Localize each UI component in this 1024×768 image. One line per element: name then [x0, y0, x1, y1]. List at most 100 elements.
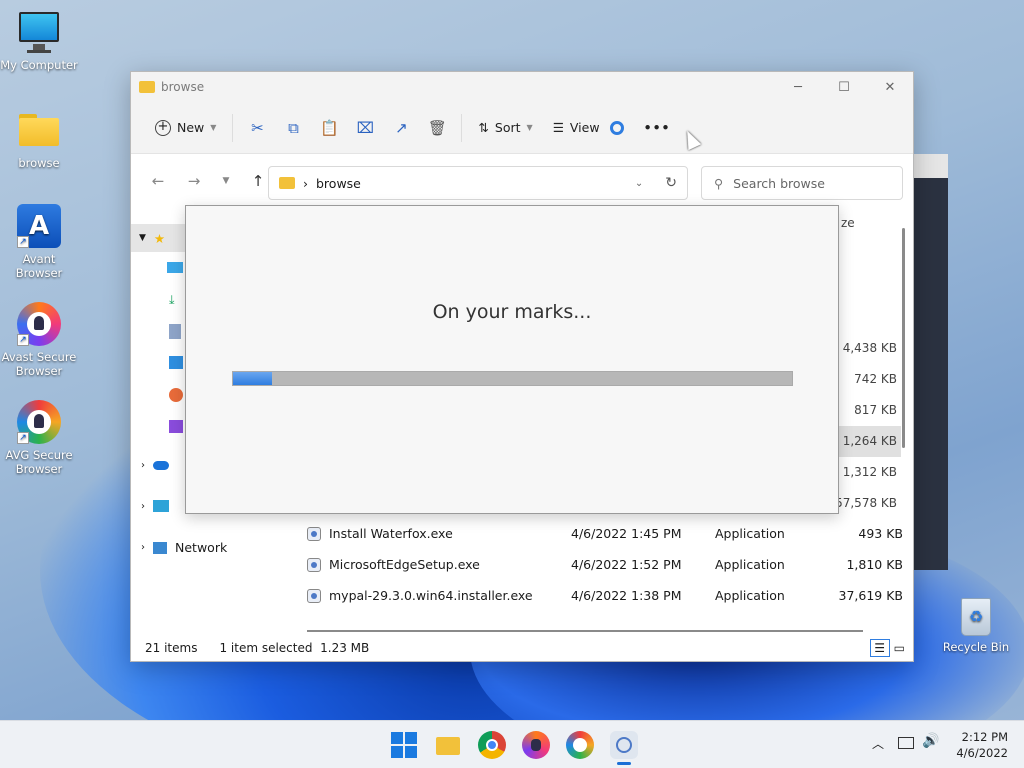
desktop-icon-my-computer[interactable]: My Computer	[0, 10, 78, 72]
windows-logo-icon	[391, 732, 403, 744]
file-date: 4/6/2022 1:38 PM	[571, 588, 682, 603]
close-button[interactable]: ✕	[867, 72, 913, 102]
breadcrumb-separator-icon: ›	[303, 175, 308, 191]
copy-button[interactable]: ⧉	[275, 112, 311, 144]
desktop-icon-avg-secure-browser[interactable]: ↗ AVG Secure Browser	[0, 400, 78, 476]
copy-icon: ⧉	[288, 118, 299, 137]
share-button[interactable]: ↗	[383, 112, 419, 144]
view-button[interactable]: ☰ View	[543, 112, 634, 144]
delete-button[interactable]: 🗑	[419, 112, 455, 144]
list-view-icon: ☰	[552, 120, 564, 135]
picture-icon	[169, 356, 183, 369]
taskbar-avast-browser[interactable]	[522, 731, 550, 759]
rename-icon: ⌧	[356, 118, 375, 137]
breadcrumb-item[interactable]: browse	[316, 176, 361, 191]
avant-browser-icon: A ↗	[17, 204, 61, 248]
file-name: mypal-29.3.0.win64.installer.exe	[329, 588, 533, 603]
avg-browser-icon: ↗	[17, 400, 61, 444]
sidebar-item-music[interactable]	[169, 388, 183, 402]
new-button[interactable]: + New ▼	[145, 112, 226, 144]
chevron-down-icon: ▼	[139, 233, 146, 243]
network-icon	[153, 541, 167, 554]
start-button[interactable]	[390, 731, 418, 759]
details-view-icon[interactable]: ☰	[869, 639, 890, 657]
table-row[interactable]: mypal-29.3.0.win64.installer.exe 4/6/202…	[307, 580, 911, 611]
clock-time: 2:12 PM	[961, 730, 1008, 744]
busy-cursor-icon	[609, 120, 624, 135]
recent-locations-chevron-icon[interactable]: ▼	[213, 176, 239, 186]
desktop-icon-label: Recycle Bin	[942, 640, 1010, 654]
file-size: 493 KB	[858, 526, 903, 541]
sidebar-item-documents[interactable]	[169, 324, 181, 339]
file-type: Application	[715, 557, 785, 572]
file-size: 37,619 KB	[838, 588, 903, 603]
horizontal-scrollbar[interactable]	[307, 630, 863, 632]
taskbar-file-explorer[interactable]	[434, 731, 462, 759]
desktop-icon-browse-folder[interactable]: browse	[0, 108, 78, 170]
size-column-header[interactable]: ze	[841, 216, 855, 230]
progress-dialog: On your marks...	[185, 205, 839, 514]
search-box[interactable]: ⚲ Search browse	[701, 166, 903, 200]
refresh-icon[interactable]: ↻	[665, 175, 677, 191]
desktop-icon-avast-secure-browser[interactable]: ↗ Avast Secure Browser	[0, 302, 78, 378]
chevron-down-icon: ▼	[526, 123, 533, 132]
table-row[interactable]: MicrosoftEdgeSetup.exe 4/6/2022 1:52 PM …	[307, 549, 911, 580]
search-icon: ⚲	[714, 175, 724, 191]
selection-size: 1.23 MB	[320, 641, 370, 655]
minimize-button[interactable]: ─	[775, 72, 821, 102]
avast-browser-icon	[531, 739, 541, 751]
progress-bar	[232, 371, 793, 386]
divider	[232, 113, 234, 142]
back-arrow-icon[interactable]: ←	[141, 172, 175, 190]
forward-arrow-icon[interactable]: →	[177, 172, 211, 190]
chevron-right-icon: ›	[141, 460, 145, 471]
file-name: MicrosoftEdgeSetup.exe	[329, 557, 480, 572]
maximize-button[interactable]: ☐	[821, 72, 867, 102]
paste-button[interactable]: 📋	[311, 112, 347, 144]
cloud-icon	[153, 461, 169, 470]
background-window	[914, 154, 948, 570]
more-options-button[interactable]: •••	[634, 112, 681, 144]
taskbar-avg-browser[interactable]	[566, 731, 594, 759]
sort-button[interactable]: ⇅ Sort ▼	[468, 112, 542, 144]
sidebar-item-videos[interactable]	[169, 420, 183, 433]
active-indicator	[617, 762, 631, 765]
sidebar-item-onedrive[interactable]: ›	[141, 460, 169, 471]
installer-icon	[307, 526, 321, 541]
table-row[interactable]: Install Waterfox.exe 4/6/2022 1:45 PM Ap…	[307, 518, 911, 549]
new-button-label: New	[177, 120, 205, 135]
taskbar-chrome[interactable]	[478, 731, 506, 759]
address-bar[interactable]: › browse ⌄ ↻	[268, 166, 688, 200]
sidebar-item-pictures[interactable]	[169, 356, 183, 369]
tiles-view-icon[interactable]: ▭	[894, 641, 905, 655]
desktop-icon-label: Avast Secure Browser	[1, 350, 77, 378]
monitor-icon	[17, 10, 61, 54]
sidebar-item-network[interactable]: › Network	[141, 540, 227, 555]
installer-icon	[616, 737, 632, 753]
sidebar-item-this-pc[interactable]: ›	[141, 500, 169, 512]
network-status-icon[interactable]	[898, 737, 914, 749]
document-icon	[169, 324, 181, 339]
taskbar-installer-app[interactable]	[610, 731, 638, 765]
video-icon	[169, 420, 183, 433]
sidebar-item-desktop[interactable]	[167, 262, 183, 273]
clock[interactable]: 2:12 PM 4/6/2022	[956, 729, 1008, 761]
sidebar-item-downloads[interactable]: ⤓	[169, 292, 175, 308]
desktop-icon-recycle-bin[interactable]: ♻ Recycle Bin	[940, 598, 1012, 654]
address-dropdown-icon[interactable]: ⌄	[635, 178, 643, 189]
cut-button[interactable]: ✂	[239, 112, 275, 144]
sidebar-item-quick-access[interactable]: ▼ ★	[131, 224, 187, 252]
vertical-scrollbar[interactable]	[902, 228, 905, 448]
volume-icon[interactable]: 🔊	[922, 733, 939, 749]
command-bar: + New ▼ ✂ ⧉ 📋 ⌧ ↗ 🗑 ⇅ Sort ▼ ☰ View •••	[131, 102, 913, 154]
desktop-icon-avant-browser[interactable]: A ↗ Avant Browser	[0, 204, 78, 280]
folder-icon	[139, 81, 155, 93]
chevron-down-icon: ▼	[210, 123, 217, 132]
installer-icon	[307, 588, 321, 603]
window-title: browse	[161, 80, 205, 94]
search-placeholder: Search browse	[733, 175, 825, 191]
file-name: Install Waterfox.exe	[329, 526, 453, 541]
file-type: Application	[715, 588, 785, 603]
rename-button[interactable]: ⌧	[347, 112, 383, 144]
show-hidden-icons-chevron-icon[interactable]: ︿	[872, 735, 884, 752]
